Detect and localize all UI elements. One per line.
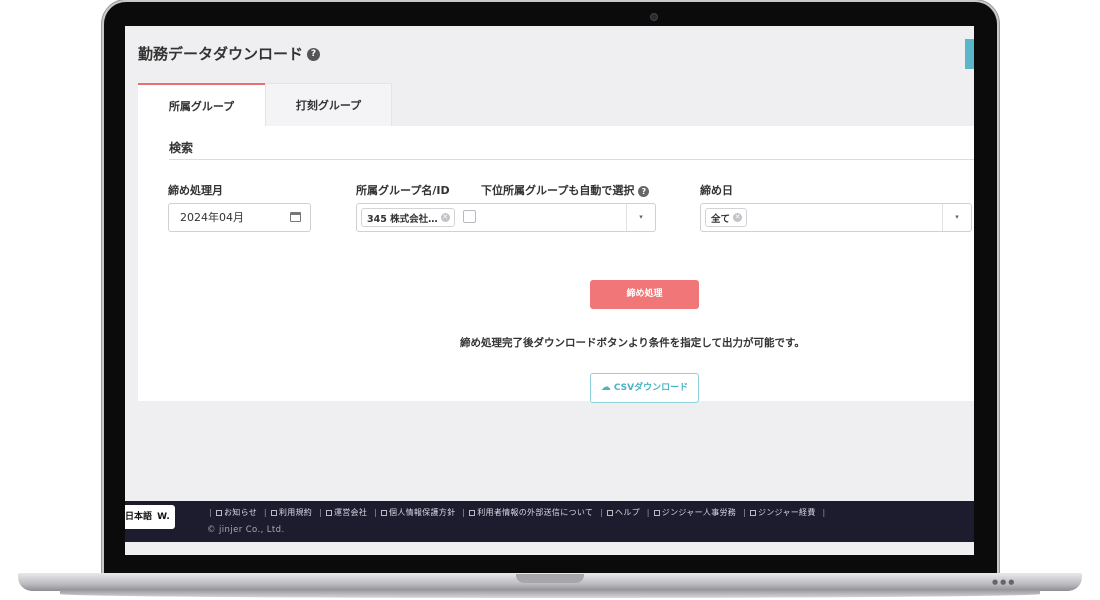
laptop-base-foot: [60, 590, 1040, 598]
language-label: 日本語: [125, 512, 153, 522]
chevron-down-icon[interactable]: ▾: [942, 204, 971, 231]
chip-remove-icon[interactable]: ✕: [440, 213, 450, 222]
footer-link-hr[interactable]: ジンジャー人事労務: [662, 508, 736, 517]
laptop-notch: [516, 574, 584, 583]
external-link-icon: [216, 509, 222, 516]
external-link-icon: [749, 509, 756, 516]
footer-link-expense[interactable]: ジンジャー経費: [758, 508, 816, 517]
external-link-icon: [653, 509, 660, 516]
tab-affiliation-group[interactable]: 所属グループ: [138, 83, 265, 126]
group-select[interactable]: 345 株式会社… ✕ ▾: [356, 203, 656, 232]
external-link-icon: [270, 509, 277, 516]
footer-link-news[interactable]: お知らせ: [224, 508, 257, 517]
csv-download-label: CSVダウンロード: [613, 383, 689, 393]
page-header: 勤務データダウンロード?: [125, 26, 974, 84]
info-text: 締め処理完了後ダウンロードボタンより条件を指定して出力が可能です。: [460, 337, 805, 349]
group-chip-label: 345 株式会社…: [367, 213, 438, 225]
external-link-icon: [469, 509, 476, 516]
external-link-icon: [607, 509, 614, 516]
footer-link-help[interactable]: ヘルプ: [615, 508, 640, 517]
closing-month-value: 2024年04月: [180, 211, 244, 224]
screen: 勤務データダウンロード? 所属グループ 打刻グループ 検索 締め処理月 2024…: [125, 26, 974, 555]
status-lights: ●●●: [992, 578, 1017, 586]
footer-link-company[interactable]: 運営会社: [334, 508, 367, 517]
external-link-icon: [325, 509, 332, 516]
search-divider: [169, 159, 974, 160]
page-title-text: 勤務データダウンロード: [138, 45, 304, 63]
closing-day-select[interactable]: 全て ✕ ▾: [700, 203, 972, 232]
page-title: 勤務データダウンロード?: [138, 43, 321, 64]
footer-link-external-transmission[interactable]: 利用者情報の外部送信について: [477, 508, 593, 517]
footer-link-terms[interactable]: 利用規約: [279, 508, 312, 517]
closing-month-label: 締め処理月: [168, 184, 223, 197]
group-label: 所属グループ名/ID: [356, 184, 450, 197]
screen-bottom-bezel: [107, 555, 994, 575]
closing-day-label: 締め日: [700, 184, 733, 197]
cloud-download-icon: ☁: [600, 382, 611, 393]
chevron-down-icon[interactable]: ▾: [626, 204, 655, 231]
camera-icon: [650, 13, 658, 21]
help-icon[interactable]: ?: [638, 185, 650, 197]
language-switcher[interactable]: 日本語 W.: [125, 505, 175, 529]
chip-remove-icon[interactable]: ✕: [733, 213, 743, 222]
search-panel: 検索 締め処理月 2024年04月 所属グループ名/ID 下位所属グループも自動…: [138, 126, 974, 403]
group-tabs: 所属グループ 打刻グループ: [138, 83, 392, 126]
csv-download-button[interactable]: ☁ CSVダウンロード: [590, 373, 699, 403]
help-icon[interactable]: ?: [307, 48, 321, 61]
auto-select-subgroups-text: 下位所属グループも自動で選択: [481, 184, 635, 197]
closing-day-chip: 全て ✕: [705, 208, 748, 227]
external-link-icon: [380, 509, 387, 516]
calendar-icon[interactable]: [290, 212, 301, 222]
side-panel-toggle[interactable]: [965, 39, 974, 69]
group-chip: 345 株式会社… ✕: [361, 208, 455, 227]
tab-stamp-group[interactable]: 打刻グループ: [265, 83, 392, 126]
footer-link-privacy[interactable]: 個人情報保護方針: [389, 508, 455, 517]
copyright: © jinjer Co., Ltd.: [207, 525, 285, 535]
footer: 日本語 W. | お知らせ | 利用規約 | 運営会社 | 個人情報保護方針 | 利用者情…: [125, 501, 974, 542]
search-section-title: 検索: [169, 141, 194, 155]
closing-process-button[interactable]: 締め処理: [590, 280, 699, 309]
footer-links: | お知らせ | 利用規約 | 運営会社 | 個人情報保護方針 | 利用者情報の外部送信に…: [209, 508, 826, 517]
auto-select-subgroups-label: 下位所属グループも自動で選択?: [481, 182, 650, 198]
language-logo: W.: [157, 512, 170, 522]
closing-month-input[interactable]: 2024年04月: [168, 203, 311, 232]
closing-day-chip-label: 全て: [711, 213, 731, 225]
